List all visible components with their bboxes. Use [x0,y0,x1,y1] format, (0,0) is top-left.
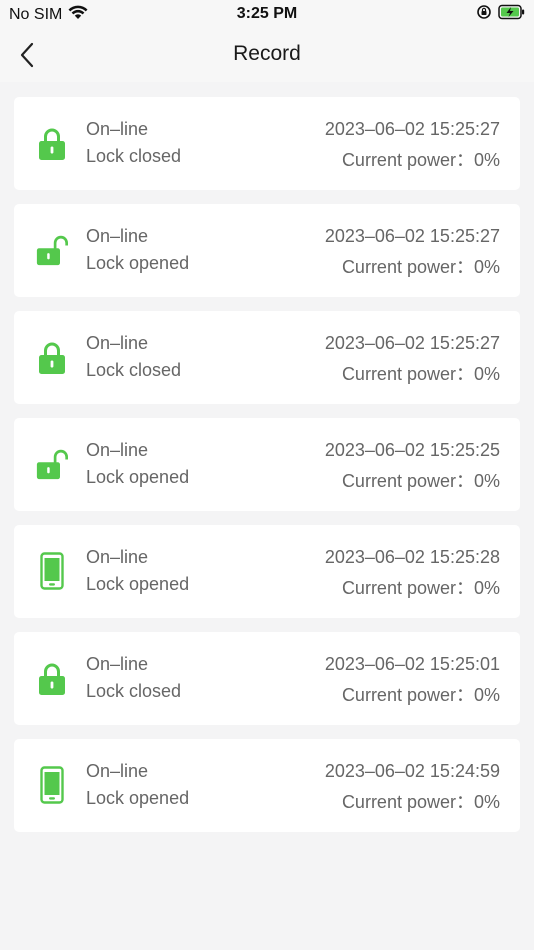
list-item[interactable]: On–line Lock closed 2023–06–02 15:25:27 … [14,311,520,404]
record-status: On–line [86,654,149,674]
record-action: Lock closed [86,146,182,166]
record-status: On–line [86,226,149,246]
phone-icon [36,551,68,591]
lock-open-icon [36,230,68,270]
record-action: Lock opened [86,574,190,594]
record-timestamp: 2023–06–02 15:25:27 [324,333,500,353]
record-status: On–line [86,547,149,567]
record-status: On–line [86,119,149,139]
orientation-lock-icon [476,4,492,25]
record-action: Lock opened [86,253,190,273]
list-item[interactable]: On–line Lock opened 2023–06–02 15:25:25 … [14,418,520,511]
record-power: Current power：0% [341,685,500,705]
record-power: Current power：0% [341,578,500,598]
record-timestamp: 2023–06–02 15:25:25 [324,440,500,460]
battery-charging-icon [498,4,526,25]
record-action: Lock opened [86,788,190,808]
record-status: On–line [86,333,149,353]
status-right [476,4,526,25]
status-time: 3:25 PM [236,5,298,22]
lock-closed-icon [36,123,68,163]
record-action: Lock closed [86,681,182,701]
phone-icon [36,765,68,805]
record-list: On–line Lock closed 2023–06–02 15:25:27 … [14,97,520,846]
list-item[interactable]: On–line Lock closed 2023–06–02 15:25:27 … [14,97,520,190]
record-status: On–line [86,440,149,460]
list-item[interactable]: On–line Lock opened 2023–06–02 15:24:59 … [14,739,520,832]
record-action: Lock opened [86,467,190,487]
record-status: On–line [86,761,149,781]
list-item[interactable]: On–line Lock opened 2023–06–02 15:25:27 … [14,204,520,297]
record-timestamp: 2023–06–02 15:25:01 [324,654,500,674]
record-power: Current power：0% [341,150,500,170]
record-power: Current power：0% [341,257,500,277]
record-action: Lock closed [86,360,182,380]
status-bar: No SIM 3:25 PM [0,0,534,28]
lock-closed-icon [36,337,68,377]
record-power: Current power：0% [341,792,500,812]
record-power: Current power：0% [341,364,500,384]
record-power: Current power：0% [341,471,500,491]
record-timestamp: 2023–06–02 15:25:27 [324,226,500,246]
lock-closed-icon [36,658,68,698]
list-item[interactable]: On–line Lock closed 2023–06–02 15:25:01 … [14,632,520,725]
record-timestamp: 2023–06–02 15:24:59 [324,761,500,781]
page-title: Record [233,42,301,65]
record-timestamp: 2023–06–02 15:25:28 [324,547,500,567]
list-item[interactable]: On–line Lock opened 2023–06–02 15:25:28 … [14,525,520,618]
lock-open-icon [36,444,68,484]
record-timestamp: 2023–06–02 15:25:27 [324,119,500,139]
nav-bar: Record [0,28,534,82]
